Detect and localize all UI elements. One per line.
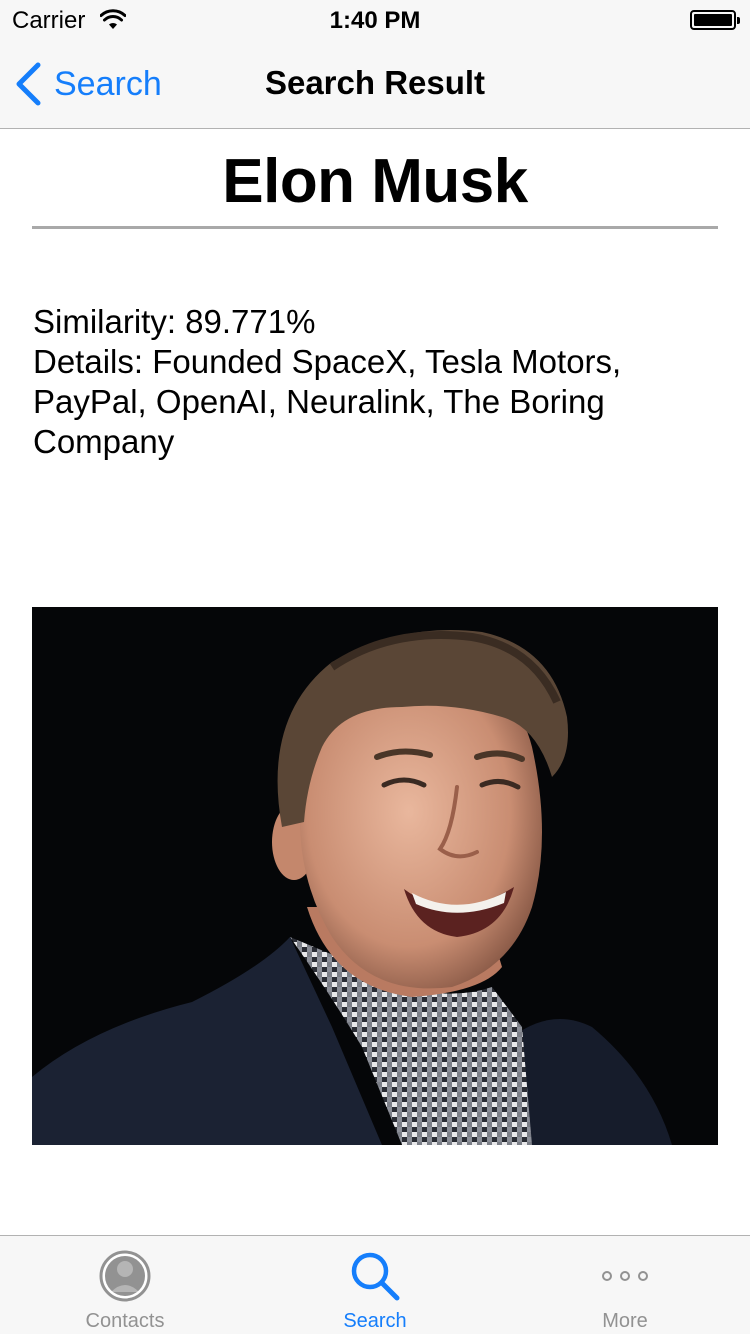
tab-bar: Contacts Search More bbox=[0, 1235, 750, 1334]
tab-contacts[interactable]: Contacts bbox=[0, 1236, 250, 1334]
contacts-icon bbox=[99, 1250, 151, 1302]
search-result-screen: Carrier 1:40 PM Search Search Result Elo… bbox=[0, 0, 750, 1334]
page-title: Search Result bbox=[264, 64, 486, 101]
similarity-text: Similarity: 89.771% bbox=[33, 303, 316, 340]
status-bar: Carrier 1:40 PM bbox=[0, 0, 750, 40]
tab-search-label: Search bbox=[343, 1310, 407, 1332]
navigation-bar: Search Search Result bbox=[0, 40, 750, 129]
details-text: Details: Founded SpaceX, Tesla Motors, P… bbox=[33, 343, 622, 460]
result-info: Similarity: 89.771% Details: Founded Spa… bbox=[33, 302, 723, 462]
person-name: Elon Musk bbox=[222, 147, 528, 216]
name-divider bbox=[32, 226, 718, 229]
tab-more[interactable]: More bbox=[500, 1236, 750, 1334]
more-icon bbox=[602, 1271, 648, 1281]
battery-icon bbox=[690, 10, 740, 30]
status-time: 1:40 PM bbox=[329, 7, 421, 34]
person-photo-illustration bbox=[32, 607, 718, 1145]
tab-search[interactable]: Search bbox=[250, 1236, 500, 1334]
tab-contacts-label: Contacts bbox=[85, 1310, 165, 1332]
person-photo bbox=[32, 607, 718, 1145]
tab-more-label: More bbox=[602, 1310, 648, 1332]
search-icon bbox=[351, 1252, 400, 1301]
